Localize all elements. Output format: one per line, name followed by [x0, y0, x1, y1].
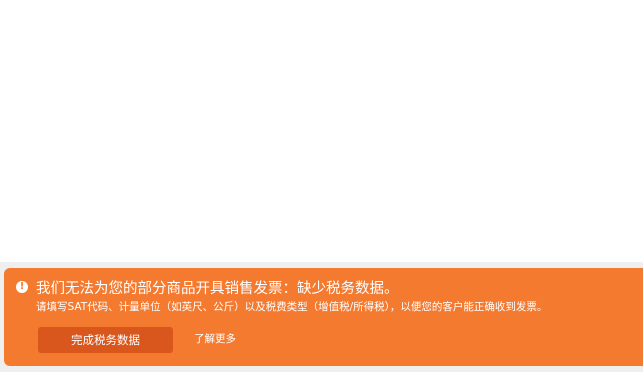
alert-circle-icon: ! [16, 281, 28, 293]
tax-data-warning-banner: ! 我们无法为您的部分商品开具销售发票：缺少税务数据。 请填写SAT代码、计量单… [4, 268, 643, 366]
learn-more-link[interactable]: 了解更多 [194, 332, 236, 346]
banner-description: 请填写SAT代码、计量单位（如英尺、公斤）以及税费类型（增值税/所得税），以便您… [36, 301, 548, 313]
complete-tax-data-button[interactable]: 完成税务数据 [38, 327, 173, 353]
page-content-area [0, 0, 643, 262]
banner-title: 我们无法为您的部分商品开具销售发票：缺少税务数据。 [36, 281, 399, 297]
